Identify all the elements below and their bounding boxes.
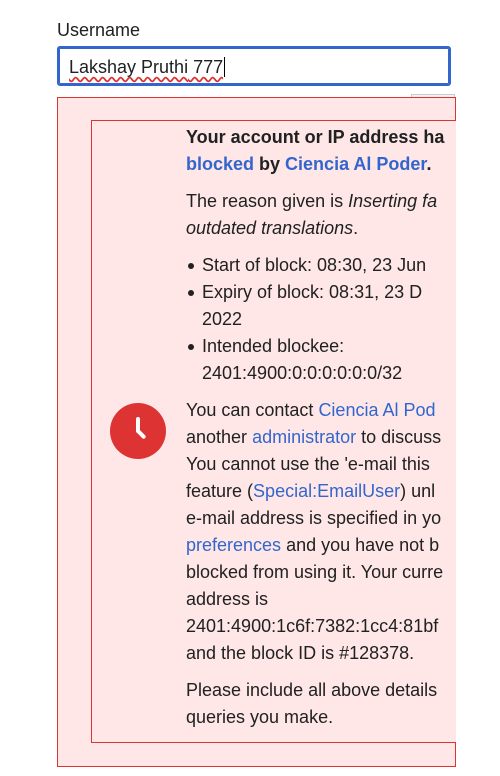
administrator-link[interactable]: administrator (252, 427, 356, 447)
block-id: and the block ID is #128378. (186, 643, 415, 663)
contact-blocker-link[interactable]: Ciencia Al Pod (318, 400, 435, 420)
username-value: Lakshay Pruthi 777 (69, 57, 226, 77)
current-ip-address: 2401:4900:1c6f:7382:1cc4:81bf (186, 616, 439, 636)
blocked-link[interactable]: blocked (186, 154, 254, 174)
block-expiry: Expiry of block: 08:31, 23 D 2022 (186, 279, 456, 333)
intended-blockee: Intended blockee: 2401:4900:0:0:0:0:0:0/3… (186, 333, 456, 387)
username-input[interactable]: Lakshay Pruthi 777 (57, 46, 451, 86)
block-reason: The reason given is Inserting fa (186, 191, 438, 211)
text-caret (224, 57, 226, 77)
blocking-admin-link[interactable]: Ciencia Al Poder (285, 154, 426, 174)
preferences-link[interactable]: preferences (186, 535, 281, 555)
block-start: Start of block: 08:30, 23 Jun (186, 252, 456, 279)
block-details-list: Start of block: 08:30, 23 Jun Expiry of … (186, 252, 456, 387)
username-label: Username (57, 20, 141, 40)
block-message: Your account or IP address ha blocked by… (186, 124, 456, 731)
clock-icon (110, 403, 166, 459)
email-user-link[interactable]: Special:EmailUser (253, 481, 400, 501)
block-title: Your account or IP address ha (186, 127, 445, 147)
